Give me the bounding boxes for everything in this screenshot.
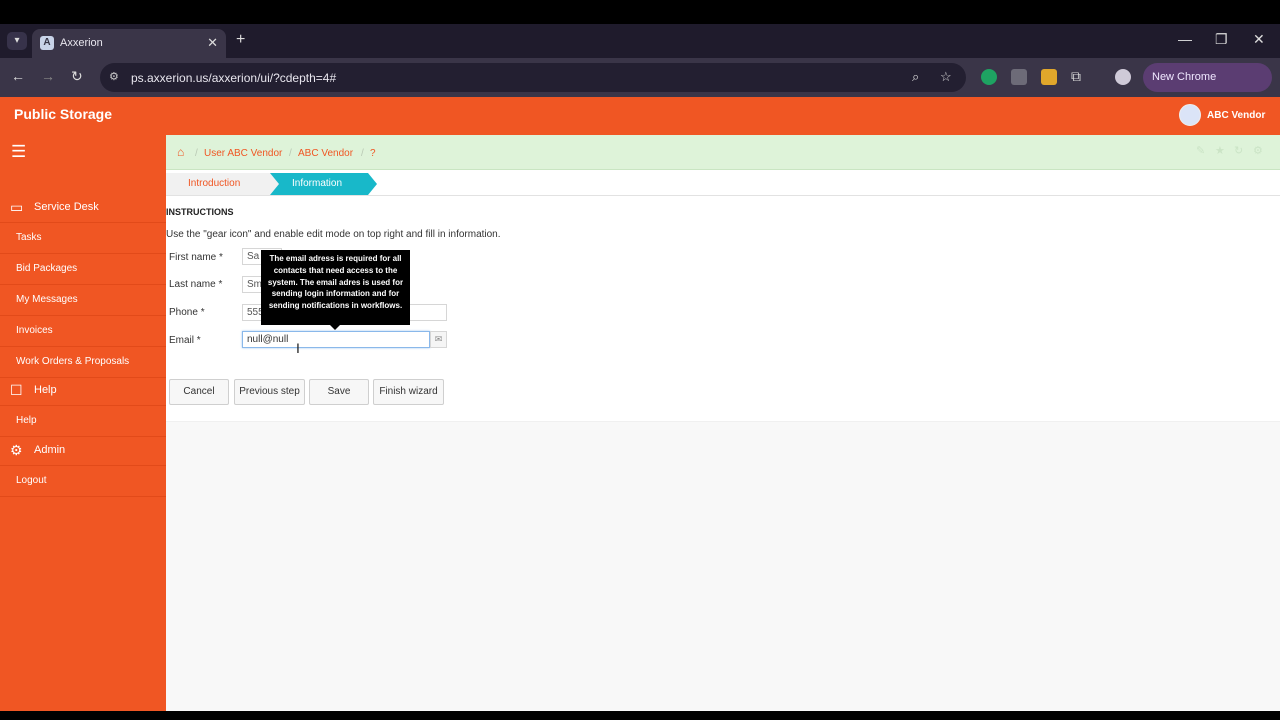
sidebar: ☰ ▭ Service Desk Tasks Bid Packages My M… (0, 135, 166, 711)
web-page: Public Storage ABC Vendor ☰ ▭ Service De… (0, 97, 1280, 711)
gear-icon[interactable]: ⚙ (1253, 144, 1263, 157)
extension-icon[interactable] (1041, 69, 1057, 85)
star-icon[interactable]: ★ (1215, 144, 1225, 157)
user-name[interactable]: ABC Vendor (1207, 110, 1265, 121)
forward-icon[interactable]: → (41, 68, 55, 84)
breadcrumb-separator: / (361, 148, 364, 159)
home-icon[interactable]: ⌂ (177, 145, 184, 159)
content-footer-area (166, 421, 1280, 711)
profile-icon[interactable] (1115, 69, 1131, 85)
previous-step-button[interactable]: Previous step (234, 379, 305, 405)
extension-icon[interactable] (1011, 69, 1027, 85)
email-field[interactable]: null@null (242, 331, 430, 348)
extensions-icon[interactable]: ⧉ (1071, 68, 1081, 85)
square-icon: ☐ (10, 382, 23, 398)
breadcrumb-item[interactable]: User ABC Vendor (204, 148, 282, 159)
instructions-text: Use the "gear icon" and enable edit mode… (166, 229, 501, 240)
step-arrow (270, 173, 279, 195)
last-name-label: Last name * (169, 279, 223, 290)
sidebar-section-label: Help (34, 384, 57, 396)
star-icon[interactable]: ☆ (940, 69, 952, 85)
menu-icon[interactable]: ☰ (11, 142, 26, 162)
sidebar-item-logout[interactable]: Logout (0, 466, 166, 497)
sidebar-item-my-messages[interactable]: My Messages (0, 285, 166, 316)
new-chrome-button[interactable]: New Chrome available ⋮ (1143, 63, 1272, 112)
tooltip-arrow (330, 325, 340, 330)
restore-icon[interactable]: ❐ (1215, 31, 1228, 48)
cancel-button[interactable]: Cancel (169, 379, 229, 405)
email-label: Email * (169, 335, 201, 346)
close-window-icon[interactable]: ✕ (1253, 31, 1265, 48)
sidebar-section-label: Service Desk (34, 201, 99, 213)
step-arrow (368, 173, 377, 195)
breadcrumb-item[interactable]: ABC Vendor (298, 148, 353, 159)
sidebar-section-help[interactable]: ☐ Help (0, 376, 166, 406)
sidebar-item-help[interactable]: Help (0, 406, 166, 437)
reload-icon[interactable]: ↻ (71, 68, 83, 85)
finish-wizard-button[interactable]: Finish wizard (373, 379, 444, 405)
step-information[interactable]: Information (270, 173, 368, 195)
tab-title: Axxerion (60, 37, 103, 49)
tab-search-icon[interactable]: ▾ (7, 32, 27, 50)
first-name-label: First name * (169, 252, 223, 263)
envelope-icon[interactable]: ✉ (430, 331, 447, 348)
sidebar-item-work-orders[interactable]: Work Orders & Proposals (0, 347, 166, 378)
grammarly-icon[interactable] (981, 69, 997, 85)
app-header: Public Storage ABC Vendor (0, 97, 1280, 135)
instructions-title: INSTRUCTIONS (166, 207, 234, 217)
site-info-icon[interactable]: ⚙ (109, 70, 119, 83)
text-cursor-icon: I (296, 340, 300, 356)
refresh-icon[interactable]: ↻ (1234, 144, 1243, 157)
monitor-icon: ▭ (10, 199, 24, 215)
back-icon[interactable]: ← (11, 68, 25, 84)
address-bar[interactable]: ⚙ ps.axxerion.us/axxerion/ui/?cdepth=4# … (100, 63, 966, 92)
breadcrumb: ⌂ / User ABC Vendor / ABC Vendor / ? ✎ ★… (166, 135, 1280, 170)
browser-tab-bar: ▾ A Axxerion ✕ + — ❐ ✕ (0, 24, 1280, 58)
sidebar-item-bid-packages[interactable]: Bid Packages (0, 254, 166, 285)
breadcrumb-separator: / (195, 148, 198, 159)
breadcrumb-separator: / (289, 148, 292, 159)
step-introduction[interactable]: Introduction (166, 173, 270, 195)
sidebar-section-admin[interactable]: ⚙ Admin (0, 436, 166, 466)
phone-label: Phone * (169, 307, 205, 318)
save-button[interactable]: Save (309, 379, 369, 405)
sidebar-section-label: Admin (34, 444, 66, 456)
email-tooltip: The email adress is required for all con… (261, 250, 410, 325)
breadcrumb-item[interactable]: ? (370, 148, 376, 159)
zoom-icon[interactable]: ⌕ (912, 69, 919, 85)
edit-icon[interactable]: ✎ (1196, 144, 1205, 157)
sidebar-section-service-desk[interactable]: ▭ Service Desk (0, 193, 166, 223)
browser-toolbar: ← → ↻ ⚙ ps.axxerion.us/axxerion/ui/?cdep… (0, 58, 1280, 112)
main-content: ⌂ / User ABC Vendor / ABC Vendor / ? ✎ ★… (166, 135, 1280, 711)
close-tab-icon[interactable]: ✕ (207, 35, 218, 51)
minimize-icon[interactable]: — (1178, 31, 1192, 47)
wizard-steps: Introduction Information (166, 173, 1280, 196)
sidebar-item-invoices[interactable]: Invoices (0, 316, 166, 347)
url-text[interactable]: ps.axxerion.us/axxerion/ui/?cdepth=4# (131, 71, 336, 85)
brand-logo[interactable]: Public Storage (14, 106, 112, 122)
new-tab-icon[interactable]: + (236, 31, 245, 49)
avatar[interactable] (1179, 104, 1201, 126)
browser-tab[interactable]: A Axxerion ✕ (32, 29, 226, 58)
sidebar-item-tasks[interactable]: Tasks (0, 223, 166, 254)
gear-icon: ⚙ (10, 442, 23, 458)
favicon-icon: A (40, 36, 54, 50)
